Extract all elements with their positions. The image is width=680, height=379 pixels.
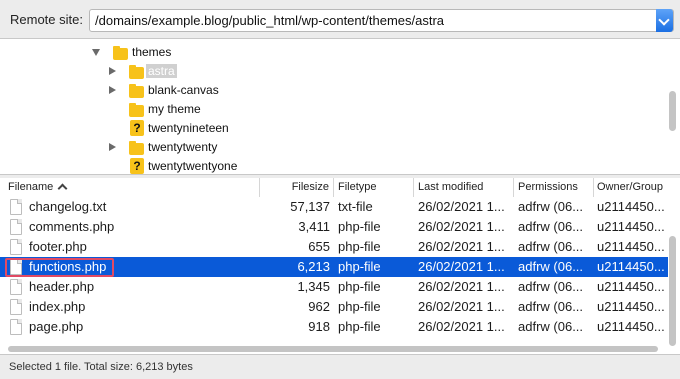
file-permissions: adfrw (06... bbox=[518, 219, 584, 234]
column-header-filename[interactable]: Filename bbox=[0, 178, 260, 197]
folder-icon bbox=[129, 84, 144, 98]
chevron-down-icon[interactable] bbox=[656, 9, 673, 32]
remote-file-list[interactable]: Filename Filesize Filetype Last modified… bbox=[0, 178, 680, 355]
file-name: index.php bbox=[29, 299, 86, 314]
tree-item-twentynineteen[interactable]: ? twentynineteen bbox=[0, 119, 660, 138]
column-header-filesize[interactable]: Filesize bbox=[260, 178, 334, 197]
file-size: 1,345 bbox=[297, 279, 330, 294]
remote-site-label: Remote site: bbox=[10, 12, 83, 27]
file-type: php-file bbox=[338, 259, 381, 274]
file-type: php-file bbox=[338, 319, 381, 334]
file-icon bbox=[10, 219, 22, 235]
file-type: php-file bbox=[338, 239, 381, 254]
file-name: comments.php bbox=[29, 219, 115, 234]
file-icon bbox=[10, 299, 22, 315]
chevron-right-icon[interactable] bbox=[109, 67, 116, 75]
file-owner-group: u2114450... bbox=[597, 219, 665, 234]
file-list-vertical-scrollbar[interactable] bbox=[669, 236, 676, 346]
file-name: footer.php bbox=[29, 239, 87, 254]
file-icon bbox=[10, 319, 22, 335]
tree-item-label: twentytwentyone bbox=[148, 159, 238, 173]
file-owner-group: u2114450... bbox=[597, 299, 665, 314]
file-owner-group: u2114450... bbox=[597, 199, 665, 214]
tree-item-label: twentynineteen bbox=[148, 121, 229, 135]
file-row[interactable]: changelog.txt 57,137 txt-file 26/02/2021 1.… bbox=[0, 197, 668, 217]
file-list-horizontal-scrollbar[interactable] bbox=[8, 346, 658, 352]
file-modified: 26/02/2021 1... bbox=[418, 319, 505, 334]
file-size: 3,411 bbox=[298, 219, 330, 234]
file-row[interactable]: comments.php 3,411 php-file 26/02/2021 1...… bbox=[0, 217, 668, 237]
tree-item-astra[interactable]: astra bbox=[0, 62, 660, 81]
chevron-right-icon[interactable] bbox=[109, 143, 116, 151]
tree-item-blank-canvas[interactable]: blank-canvas bbox=[0, 81, 660, 100]
tree-item-twentytwenty[interactable]: twentytwenty bbox=[0, 138, 660, 157]
file-size: 962 bbox=[308, 299, 330, 314]
remote-site-bar: Remote site: /domains/example.blog/publi… bbox=[0, 0, 680, 38]
tree-item-label: blank-canvas bbox=[148, 83, 219, 97]
file-permissions: adfrw (06... bbox=[518, 279, 584, 294]
file-size: 918 bbox=[308, 319, 330, 334]
file-type: php-file bbox=[338, 219, 381, 234]
chevron-down-icon[interactable] bbox=[92, 49, 100, 56]
file-icon bbox=[10, 199, 22, 215]
file-permissions: adfrw (06... bbox=[518, 299, 584, 314]
file-owner-group: u2114450... bbox=[597, 239, 665, 254]
tree-item-label: themes bbox=[132, 45, 172, 59]
tree-item-twentytwentyone[interactable]: ? twentytwentyone bbox=[0, 157, 660, 174]
file-modified: 26/02/2021 1... bbox=[418, 259, 505, 274]
folder-icon bbox=[129, 141, 144, 155]
file-modified: 26/02/2021 1... bbox=[418, 299, 505, 314]
file-name: changelog.txt bbox=[29, 199, 107, 214]
file-row[interactable]: footer.php 655 php-file 26/02/2021 1... adfr… bbox=[0, 237, 668, 257]
file-size: 655 bbox=[308, 239, 330, 254]
tree-item-themes[interactable]: themes bbox=[0, 43, 660, 62]
file-modified: 26/02/2021 1... bbox=[418, 239, 505, 254]
file-modified: 26/02/2021 1... bbox=[418, 219, 505, 234]
folder-icon bbox=[129, 65, 144, 79]
column-header-permissions[interactable]: Permissions bbox=[514, 178, 594, 197]
highlight-outline bbox=[5, 258, 114, 277]
column-header-owner-group[interactable]: Owner/Group bbox=[594, 178, 680, 197]
file-modified: 26/02/2021 1... bbox=[418, 199, 505, 214]
tree-scrollbar[interactable] bbox=[669, 91, 676, 131]
file-size: 6,213 bbox=[297, 259, 330, 274]
file-name: header.php bbox=[29, 279, 95, 294]
tree-item-label: astra bbox=[146, 64, 177, 78]
file-row[interactable]: index.php 962 php-file 26/02/2021 1... adfrw… bbox=[0, 297, 668, 317]
chevron-right-icon[interactable] bbox=[109, 86, 116, 94]
column-header-filetype[interactable]: Filetype bbox=[334, 178, 414, 197]
column-header-last-modified[interactable]: Last modified bbox=[414, 178, 514, 197]
file-modified: 26/02/2021 1... bbox=[418, 279, 505, 294]
unknown-folder-icon: ? bbox=[130, 158, 144, 174]
tree-item-my-theme[interactable]: my theme bbox=[0, 100, 660, 119]
folder-icon bbox=[129, 103, 144, 117]
file-size: 57,137 bbox=[290, 199, 330, 214]
folder-icon bbox=[113, 46, 128, 60]
file-permissions: adfrw (06... bbox=[518, 239, 584, 254]
file-row[interactable]: functions.php 6,213 php-file 26/02/2021 1..… bbox=[0, 257, 668, 277]
unknown-folder-icon: ? bbox=[130, 120, 144, 136]
file-owner-group: u2114450... bbox=[597, 279, 665, 294]
status-text: Selected 1 file. Total size: 6,213 bytes bbox=[9, 361, 193, 373]
status-bar: Selected 1 file. Total size: 6,213 bytes bbox=[0, 357, 680, 379]
file-permissions: adfrw (06... bbox=[518, 259, 584, 274]
file-type: php-file bbox=[338, 299, 381, 314]
file-row[interactable]: page.php 918 php-file 26/02/2021 1... adfrw … bbox=[0, 317, 668, 337]
file-name: page.php bbox=[29, 319, 84, 334]
file-icon bbox=[10, 279, 22, 295]
file-permissions: adfrw (06... bbox=[518, 319, 584, 334]
sort-ascending-icon bbox=[57, 183, 68, 194]
remote-path-combobox[interactable]: /domains/example.blog/public_html/wp-con… bbox=[89, 9, 674, 32]
file-permissions: adfrw (06... bbox=[518, 199, 584, 214]
tree-item-label: my theme bbox=[148, 102, 201, 116]
file-row[interactable]: header.php 1,345 php-file 26/02/2021 1... ad… bbox=[0, 277, 668, 297]
file-icon bbox=[10, 239, 22, 255]
file-type: txt-file bbox=[338, 199, 373, 214]
file-owner-group: u2114450... bbox=[597, 259, 665, 274]
file-owner-group: u2114450... bbox=[597, 319, 665, 334]
remote-path-value[interactable]: /domains/example.blog/public_html/wp-con… bbox=[95, 13, 444, 28]
tree-item-label: twentytwenty bbox=[148, 140, 218, 154]
remote-directory-tree[interactable]: themes astra blank-canvas my theme? twentyni… bbox=[0, 38, 680, 175]
file-type: php-file bbox=[338, 279, 381, 294]
